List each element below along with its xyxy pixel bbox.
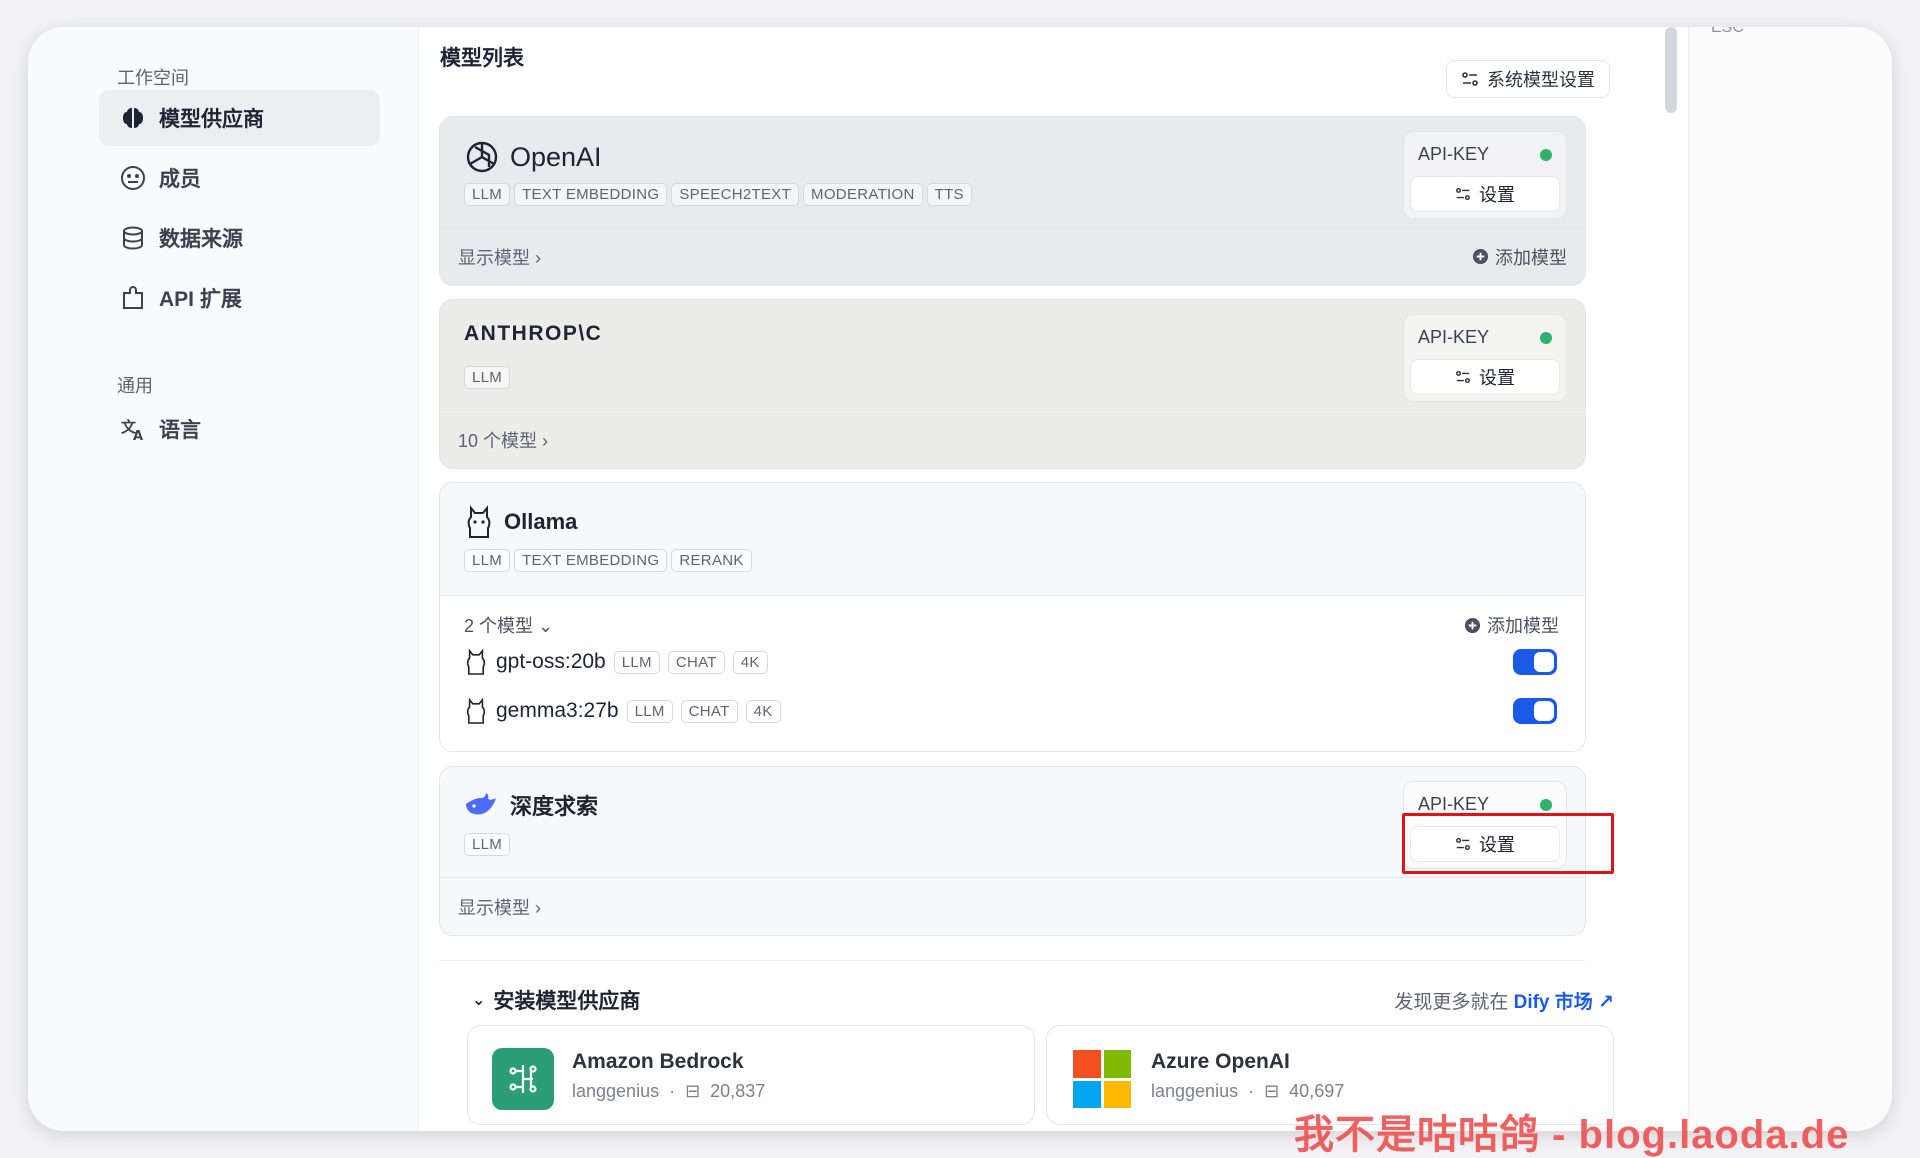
show-models-link[interactable]: 显示模型 › bbox=[458, 894, 541, 920]
llama-icon bbox=[466, 697, 486, 724]
provider-name: ANTHROP\C bbox=[464, 322, 603, 345]
models-count-toggle[interactable]: 2 个模型 ⌄ bbox=[464, 612, 553, 638]
sidebar-item-label: 成员 bbox=[159, 168, 201, 191]
amazon-bedrock-logo-icon bbox=[492, 1048, 554, 1110]
provider-name: OpenAI bbox=[464, 139, 602, 175]
sidebar-item-label: API 扩展 bbox=[159, 288, 242, 311]
status-dot bbox=[1540, 799, 1552, 811]
sidebar-item-language[interactable]: 文A 语言 bbox=[99, 401, 380, 457]
api-key-box: API-KEY 设置 bbox=[1403, 131, 1567, 219]
tag: CHAT bbox=[680, 699, 738, 723]
general-section-label: 通用 bbox=[117, 376, 153, 396]
download-icon: ⊟ bbox=[685, 1081, 701, 1101]
tag: RERANK bbox=[671, 549, 752, 572]
add-model-button[interactable]: 添加模型 bbox=[1464, 612, 1559, 638]
download-icon: ⊟ bbox=[1264, 1081, 1280, 1101]
add-model-button[interactable]: 添加模型 bbox=[1472, 244, 1567, 270]
tag: LLM bbox=[464, 833, 511, 856]
divider bbox=[439, 960, 1586, 961]
capability-tags: LLM TEXT EMBEDDING RERANK bbox=[464, 549, 752, 572]
llama-icon bbox=[466, 648, 486, 675]
tag: MODERATION bbox=[803, 183, 923, 206]
microsoft-logo-icon bbox=[1073, 1050, 1131, 1108]
workspace-section-label: 工作空间 bbox=[117, 68, 189, 88]
show-models-link[interactable]: 显示模型 › bbox=[458, 244, 541, 270]
status-dot bbox=[1540, 149, 1552, 161]
members-icon bbox=[121, 166, 145, 190]
tag: LLM bbox=[464, 366, 511, 389]
plus-circle-icon bbox=[1472, 248, 1489, 265]
scrollbar[interactable] bbox=[1665, 27, 1677, 113]
llama-icon bbox=[467, 505, 491, 538]
capability-tags: LLM TEXT EMBEDDING SPEECH2TEXT MODERATIO… bbox=[464, 183, 972, 206]
tag: LLM bbox=[626, 699, 673, 723]
provider-name: 深度求索 bbox=[464, 789, 598, 821]
sidebar-item-label: 数据来源 bbox=[159, 228, 243, 251]
brain-icon bbox=[123, 108, 143, 128]
translate-icon: 文A bbox=[121, 418, 143, 443]
watermark: 我不是咕咕鸽 - blog.laoda.de bbox=[1294, 1113, 1850, 1157]
tag: LLM bbox=[464, 549, 511, 572]
tag: TTS bbox=[926, 183, 972, 206]
sliders-icon bbox=[1456, 187, 1470, 201]
tag: LLM bbox=[464, 183, 511, 206]
sliders-icon bbox=[1456, 370, 1470, 384]
tag: TEXT EMBEDDING bbox=[514, 549, 668, 572]
sidebar: 工作空间 模型供应商 成员 数据来源 API 扩展 通用 文A 语言 bbox=[28, 27, 419, 1131]
external-link-icon: ↗ bbox=[1598, 992, 1614, 1013]
plus-circle-icon bbox=[1464, 617, 1481, 633]
sidebar-item-members[interactable]: 成员 bbox=[99, 150, 380, 206]
openai-logo-icon bbox=[466, 141, 498, 173]
install-section-toggle[interactable]: ⌄ 安装模型供应商 bbox=[472, 985, 640, 1015]
page-title: 模型列表 bbox=[440, 47, 524, 70]
esc-label: ESC bbox=[1711, 27, 1744, 36]
api-key-box: API-KEY 设置 bbox=[1403, 781, 1567, 869]
models-count-link[interactable]: 10 个模型 › bbox=[458, 427, 548, 453]
api-key-box: API-KEY 设置 bbox=[1403, 314, 1567, 402]
tag: CHAT bbox=[667, 650, 725, 674]
tag: SPEECH2TEXT bbox=[671, 183, 800, 206]
system-model-settings-button[interactable]: 系统模型设置 bbox=[1446, 60, 1610, 98]
whale-icon bbox=[466, 793, 496, 815]
settings-button[interactable]: 设置 bbox=[1410, 176, 1560, 212]
settings-button[interactable]: 设置 bbox=[1410, 826, 1560, 862]
sidebar-item-label: 模型供应商 bbox=[159, 108, 264, 131]
sliders-icon bbox=[1456, 837, 1470, 851]
right-panel bbox=[1688, 27, 1892, 1131]
capability-tags: LLM bbox=[464, 833, 511, 856]
install-card-amazon-bedrock[interactable]: Amazon Bedrock langgenius · ⊟ 20,837 bbox=[467, 1025, 1035, 1125]
sidebar-item-api-extension[interactable]: API 扩展 bbox=[99, 270, 380, 326]
capability-tags: LLM bbox=[464, 366, 511, 389]
model-enable-toggle[interactable] bbox=[1513, 698, 1557, 724]
sidebar-item-data-source[interactable]: 数据来源 bbox=[99, 210, 380, 266]
sliders-icon bbox=[1462, 72, 1478, 86]
tag: TEXT EMBEDDING bbox=[514, 183, 668, 206]
provider-card-anthropic: ANTHROP\C LLM API-KEY 设置 10 个模型 › bbox=[439, 299, 1586, 469]
discover-marketplace-link[interactable]: 发现更多就在 Dify 市场 ↗ bbox=[1394, 987, 1614, 1014]
model-row: gemma3:27b LLM CHAT 4K bbox=[464, 691, 781, 731]
svg-text:A: A bbox=[133, 429, 143, 443]
model-enable-toggle[interactable] bbox=[1513, 649, 1557, 675]
sidebar-item-label: 语言 bbox=[159, 419, 201, 442]
database-icon bbox=[123, 226, 143, 250]
chevron-down-icon: ⌄ bbox=[472, 992, 486, 1009]
puzzle-icon bbox=[123, 286, 143, 309]
provider-card-ollama: Ollama LLM TEXT EMBEDDING RERANK 2 个模型 ⌄… bbox=[439, 482, 1586, 752]
provider-card-openai: OpenAI LLM TEXT EMBEDDING SPEECH2TEXT MO… bbox=[439, 116, 1586, 286]
tag: 4K bbox=[732, 650, 768, 674]
provider-card-deepseek: 深度求索 LLM API-KEY 设置 显示模型 › bbox=[439, 766, 1586, 936]
tag: LLM bbox=[613, 650, 660, 674]
status-dot bbox=[1540, 332, 1552, 344]
provider-name: Ollama bbox=[464, 505, 577, 539]
sidebar-item-model-provider[interactable]: 模型供应商 bbox=[99, 90, 380, 146]
model-row: gpt-oss:20b LLM CHAT 4K bbox=[464, 642, 768, 682]
settings-button[interactable]: 设置 bbox=[1410, 359, 1560, 395]
tag: 4K bbox=[745, 699, 781, 723]
